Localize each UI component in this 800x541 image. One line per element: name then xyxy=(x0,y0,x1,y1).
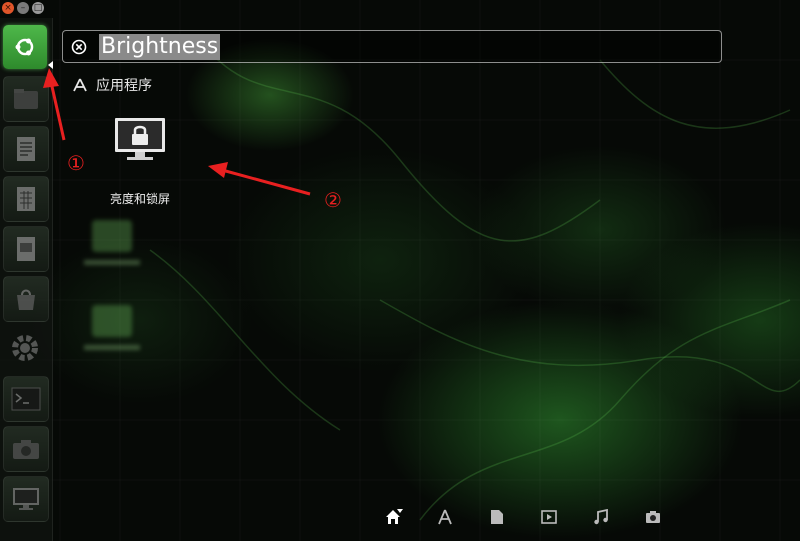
lens-files[interactable] xyxy=(488,508,506,526)
files-lens-icon xyxy=(491,510,503,524)
photo-lens-icon xyxy=(646,511,660,523)
lens-applications[interactable] xyxy=(436,508,454,526)
lens-video[interactable] xyxy=(540,508,558,526)
applications-lens-icon xyxy=(438,509,452,525)
annotation-marker-2: ② xyxy=(324,188,342,212)
lens-photo[interactable] xyxy=(644,508,662,526)
lens-home[interactable] xyxy=(384,508,402,526)
video-lens-icon xyxy=(541,510,557,524)
annotation-arrows xyxy=(43,68,311,196)
home-lens-icon xyxy=(386,510,400,524)
lens-bar xyxy=(384,508,662,526)
annotation-marker-1: ① xyxy=(67,151,85,175)
lens-music[interactable] xyxy=(592,508,610,526)
music-lens-icon xyxy=(594,509,608,525)
